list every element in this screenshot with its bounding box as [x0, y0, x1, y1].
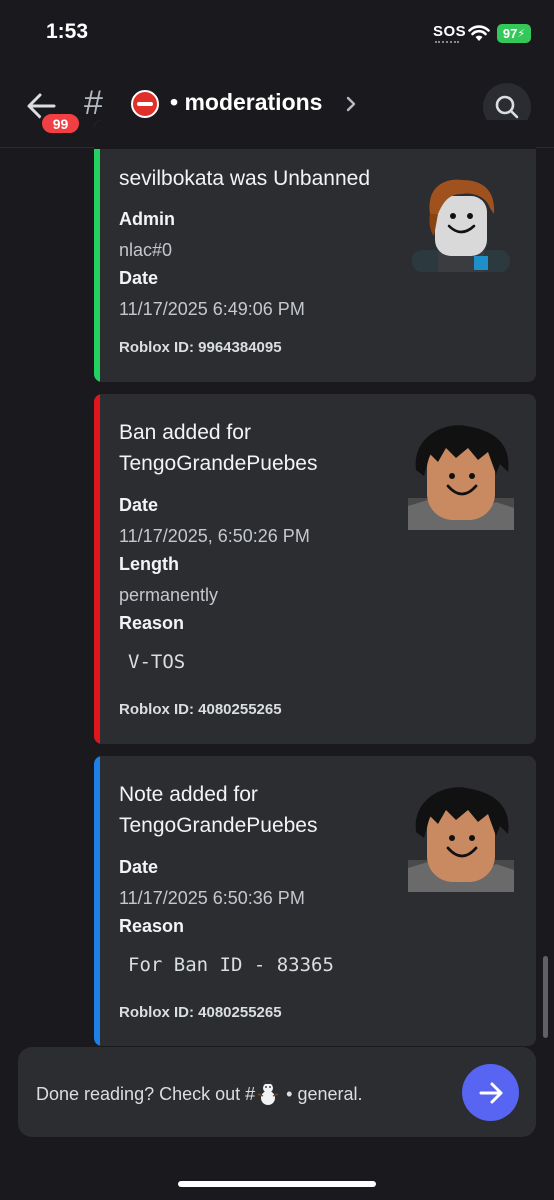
battery-icon: 97 ⚡: [497, 24, 531, 43]
signal-dots-icon: [435, 41, 459, 44]
next-channel-banner[interactable]: Done reading? Check out # • general.: [18, 1047, 536, 1137]
field-name: Date: [119, 268, 159, 288]
roblox-avatar-thumbnail[interactable]: [408, 174, 514, 280]
banner-text-after: • general.: [281, 1084, 363, 1104]
embed-title-username: TengoGrandePuebes: [119, 452, 318, 475]
field-value: nlac#0: [119, 240, 173, 260]
field-value-code: V-TOS: [128, 651, 186, 673]
field-name: Reason: [119, 916, 185, 936]
embed-title: Ban added for: [119, 421, 251, 444]
field-name: Date: [119, 857, 159, 877]
field-name: Length: [119, 554, 179, 574]
embed-title: Note added for: [119, 783, 258, 806]
embed-unban: sevilbokata was Unbanned Admin nlac#0 Da…: [94, 120, 536, 382]
embed-title: sevilbokata was Unbanned: [119, 167, 370, 190]
battery-level: 97: [502, 26, 518, 41]
arrow-right-icon: [479, 1082, 502, 1103]
embed-accent-bar: [94, 394, 100, 744]
channel-title[interactable]: • moderations: [170, 89, 322, 116]
field-name: Admin: [119, 209, 175, 229]
sos-indicator: SOS: [433, 23, 467, 40]
embed-accent-bar: [94, 756, 100, 1046]
field-value: permanently: [119, 585, 219, 605]
unread-badge: 99: [39, 111, 82, 136]
banner-text: Done reading? Check out # • general.: [36, 1080, 363, 1106]
field-value: 11/17/2025 6:50:36 PM: [119, 888, 305, 908]
embed-note: Note added for TengoGrandePuebes Date 11…: [94, 756, 536, 1046]
field-name: Reason: [119, 613, 185, 633]
embed-footer: Roblox ID: 4080255265: [119, 1004, 282, 1021]
wifi-icon: [468, 25, 490, 41]
embed-ban: Ban added for TengoGrandePuebes Date 11/…: [94, 394, 536, 744]
scrollbar-thumb[interactable]: [543, 956, 548, 1038]
no-entry-icon: [131, 90, 159, 118]
snowman-icon: [257, 1080, 279, 1105]
embed-title-username: TengoGrandePuebes: [119, 814, 318, 837]
embed-footer: Roblox ID: 4080255265: [119, 701, 282, 718]
search-icon: [495, 95, 519, 119]
field-name: Date: [119, 495, 159, 515]
status-time: 1:53: [46, 20, 89, 43]
field-value-code: For Ban ID - 83365: [128, 954, 334, 976]
field-value: 11/17/2025, 6:50:26 PM: [119, 526, 310, 546]
embed-accent-bar: [94, 120, 100, 382]
embed-footer: Roblox ID: 9964384095: [119, 339, 282, 356]
roblox-avatar-thumbnail[interactable]: [408, 786, 514, 892]
charging-bolt-icon: ⚡: [517, 28, 526, 40]
go-to-channel-button[interactable]: [462, 1064, 519, 1121]
roblox-avatar-thumbnail[interactable]: [408, 424, 514, 530]
status-bar: 1:53 SOS 97 ⚡: [0, 0, 554, 68]
banner-text-before: Done reading? Check out #: [36, 1084, 256, 1104]
hash-icon: #: [84, 84, 103, 122]
chevron-right-icon[interactable]: [344, 92, 358, 116]
home-indicator[interactable]: [178, 1181, 376, 1187]
field-value: 11/17/2025 6:49:06 PM: [119, 299, 305, 319]
